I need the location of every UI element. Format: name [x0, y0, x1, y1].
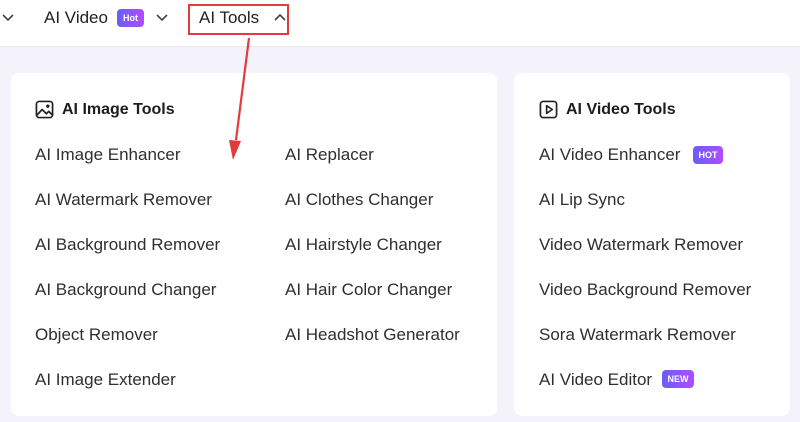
link-ai-background-remover[interactable]: AI Background Remover: [35, 235, 220, 255]
link-ai-hairstyle-changer[interactable]: AI Hairstyle Changer: [285, 235, 442, 255]
video-play-icon: [539, 100, 558, 119]
top-navbar: AI Video Hot AI Tools: [0, 0, 800, 47]
new-badge: NEW: [662, 370, 694, 388]
link-object-remover[interactable]: Object Remover: [35, 325, 158, 345]
nav-ai-video[interactable]: AI Video: [44, 8, 108, 28]
link-ai-hair-color-changer[interactable]: AI Hair Color Changer: [285, 280, 452, 300]
chevron-down-icon[interactable]: [2, 14, 14, 22]
link-sora-watermark-remover[interactable]: Sora Watermark Remover: [539, 325, 736, 345]
section-title-video-tools: AI Video Tools: [566, 101, 676, 118]
nav-ai-tools[interactable]: AI Tools: [199, 8, 259, 28]
link-video-watermark-remover[interactable]: Video Watermark Remover: [539, 235, 743, 255]
chevron-down-icon[interactable]: [156, 14, 168, 22]
link-video-background-remover[interactable]: Video Background Remover: [539, 280, 751, 300]
link-ai-image-extender[interactable]: AI Image Extender: [35, 370, 176, 390]
section-title-image-tools: AI Image Tools: [62, 101, 175, 118]
hot-badge: HOT: [693, 146, 723, 164]
hot-badge: Hot: [117, 9, 144, 27]
link-ai-image-enhancer[interactable]: AI Image Enhancer: [35, 145, 181, 165]
link-ai-video-editor[interactable]: AI Video Editor: [539, 370, 652, 390]
chevron-up-icon[interactable]: [274, 13, 286, 21]
link-ai-background-changer[interactable]: AI Background Changer: [35, 280, 216, 300]
link-ai-video-enhancer[interactable]: AI Video Enhancer: [539, 145, 680, 165]
link-ai-lip-sync[interactable]: AI Lip Sync: [539, 190, 625, 210]
link-ai-clothes-changer[interactable]: AI Clothes Changer: [285, 190, 433, 210]
link-ai-watermark-remover[interactable]: AI Watermark Remover: [35, 190, 212, 210]
image-icon: [35, 100, 54, 119]
link-ai-headshot-generator[interactable]: AI Headshot Generator: [285, 325, 460, 345]
link-ai-replacer[interactable]: AI Replacer: [285, 145, 374, 165]
